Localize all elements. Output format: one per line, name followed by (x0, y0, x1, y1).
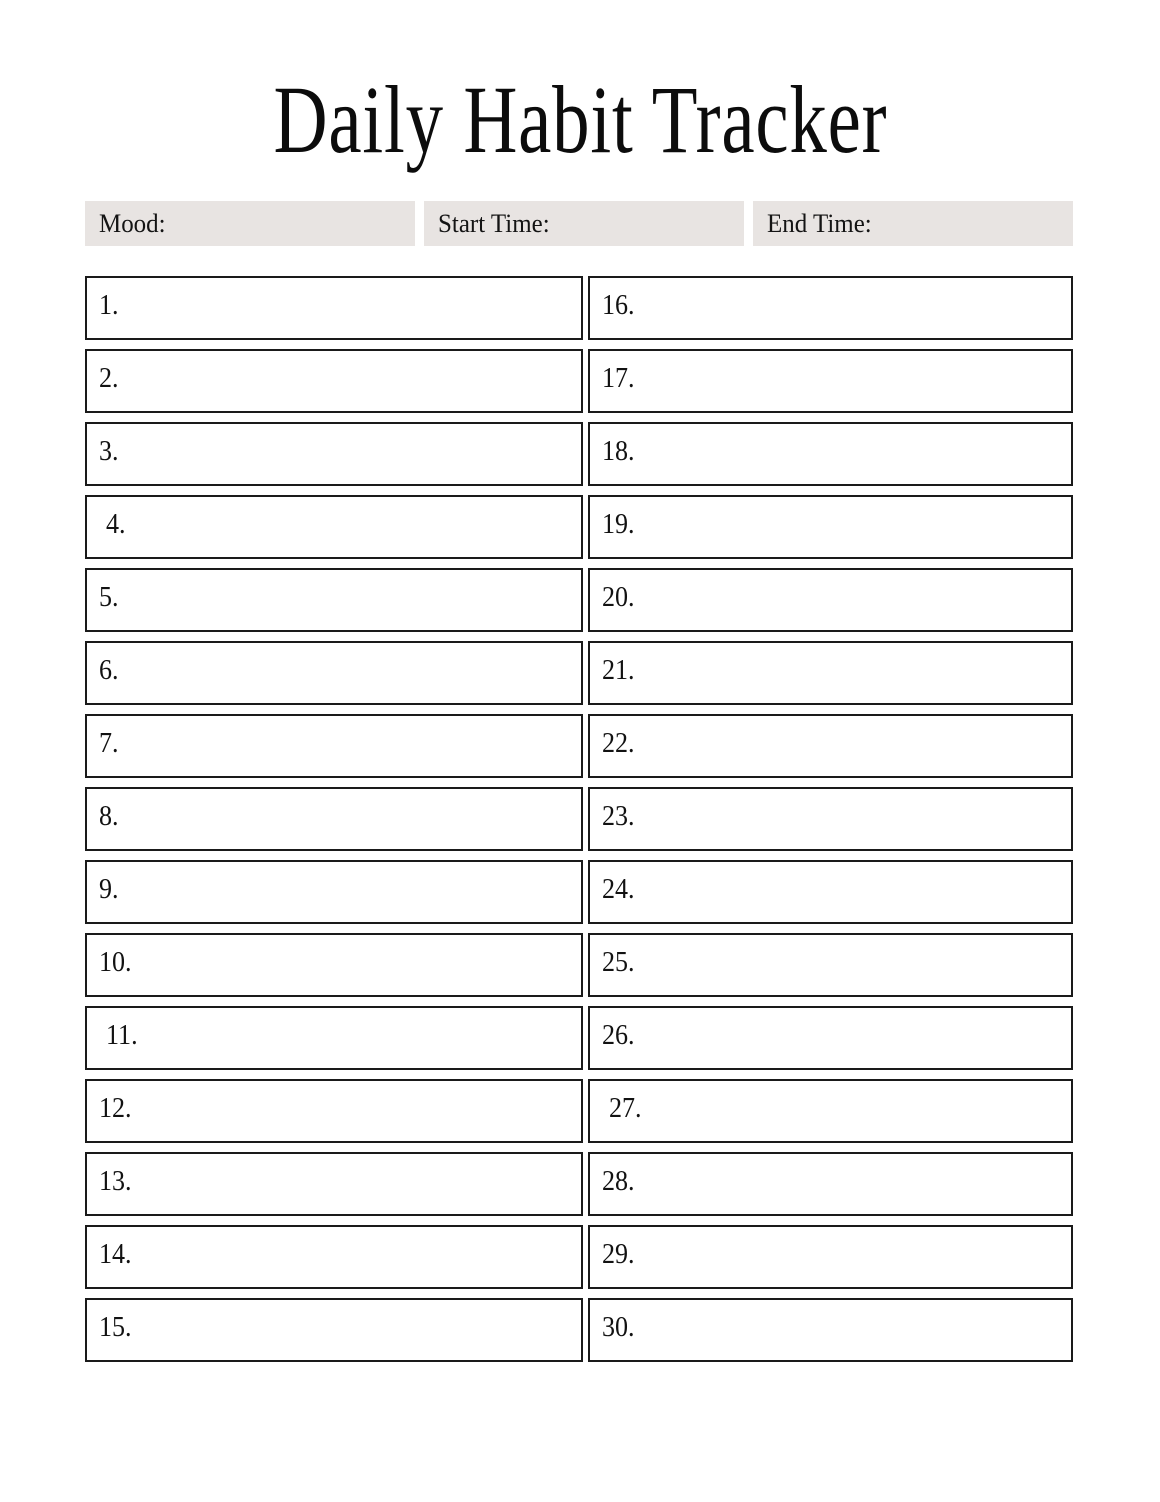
habit-row-number: 18. (602, 436, 635, 467)
habit-row[interactable]: 28. (588, 1152, 1073, 1216)
habit-row[interactable]: 2. (85, 349, 583, 413)
checklist-column-right: 16. 17. 18. 19. 20. 21. 22. 23. 24. 25. 26. 27. 28. 2… (588, 276, 1073, 1362)
habit-row[interactable]: 3. (85, 422, 583, 486)
habit-row-number: 10. (99, 947, 132, 978)
habit-row[interactable]: 23. (588, 787, 1073, 851)
habit-row[interactable]: 29. (588, 1225, 1073, 1289)
habit-row[interactable]: 9. (85, 860, 583, 924)
page-title: Daily Habit Tracker (273, 66, 887, 173)
habit-row[interactable]: 8. (85, 787, 583, 851)
checklist-column-left: 1. 2. 3. 4. 5. 6. 7. 8. 9. 10. 11. 12. 13. 14. 15. (85, 276, 583, 1362)
habit-row-number: 24. (602, 874, 635, 905)
habit-row-number: 28. (602, 1166, 635, 1197)
habit-row-number: 14. (99, 1239, 132, 1270)
habit-row[interactable]: 7. (85, 714, 583, 778)
habit-row[interactable]: 14. (85, 1225, 583, 1289)
habit-row[interactable]: 18. (588, 422, 1073, 486)
habit-row-number: 6. (99, 655, 119, 686)
habit-tracker-page: Daily Habit Tracker Mood: Start Time: En… (0, 0, 1160, 1502)
habit-row[interactable]: 24. (588, 860, 1073, 924)
habit-row-number: 22. (602, 728, 635, 759)
habit-row[interactable]: 1. (85, 276, 583, 340)
habit-row[interactable]: 16. (588, 276, 1073, 340)
habit-row[interactable]: 21. (588, 641, 1073, 705)
end-time-field[interactable]: End Time: (753, 201, 1073, 246)
habit-row[interactable]: 15. (85, 1298, 583, 1362)
habit-row[interactable]: 20. (588, 568, 1073, 632)
habit-row-number: 9. (99, 874, 119, 905)
habit-row-number: 7. (99, 728, 119, 759)
habit-row[interactable]: 27. (588, 1079, 1073, 1143)
mood-field[interactable]: Mood: (85, 201, 415, 246)
habit-row-number: 11. (106, 1020, 138, 1051)
habit-row-number: 26. (602, 1020, 635, 1051)
habit-row-number: 12. (99, 1093, 132, 1124)
habit-row-number: 25. (602, 947, 635, 978)
habit-row-number: 8. (99, 801, 119, 832)
start-time-field[interactable]: Start Time: (424, 201, 744, 246)
habit-row[interactable]: 17. (588, 349, 1073, 413)
habit-row-number: 5. (99, 582, 119, 613)
habit-row-number: 23. (602, 801, 635, 832)
habit-row[interactable]: 5. (85, 568, 583, 632)
page-title-container: Daily Habit Tracker (0, 72, 1160, 168)
header-fields-row: Mood: Start Time: End Time: (85, 201, 1073, 246)
habit-row-number: 27. (609, 1093, 642, 1124)
habit-row[interactable]: 6. (85, 641, 583, 705)
habit-row[interactable]: 26. (588, 1006, 1073, 1070)
habit-row-number: 20. (602, 582, 635, 613)
habit-row-number: 17. (602, 363, 635, 394)
habit-row-number: 13. (99, 1166, 132, 1197)
habit-row-number: 19. (602, 509, 635, 540)
habit-row[interactable]: 25. (588, 933, 1073, 997)
habit-row[interactable]: 19. (588, 495, 1073, 559)
habit-row[interactable]: 11. (85, 1006, 583, 1070)
mood-field-label: Mood: (99, 208, 166, 238)
habit-row-number: 21. (602, 655, 635, 686)
end-time-field-label: End Time: (767, 208, 872, 238)
habit-row-number: 30. (602, 1312, 635, 1343)
habit-row[interactable]: 12. (85, 1079, 583, 1143)
habit-row-number: 29. (602, 1239, 635, 1270)
habit-row-number: 4. (106, 509, 126, 540)
habit-row-number: 2. (99, 363, 119, 394)
start-time-field-label: Start Time: (438, 208, 550, 238)
habit-row[interactable]: 22. (588, 714, 1073, 778)
habit-row-number: 3. (99, 436, 119, 467)
habit-row-number: 16. (602, 290, 635, 321)
habit-row-number: 1. (99, 290, 119, 321)
habit-row[interactable]: 30. (588, 1298, 1073, 1362)
habit-row[interactable]: 4. (85, 495, 583, 559)
habit-row[interactable]: 10. (85, 933, 583, 997)
checklist-grid: 1. 2. 3. 4. 5. 6. 7. 8. 9. 10. 11. 12. 13. 14. 15. 16.… (85, 276, 1073, 1362)
habit-row-number: 15. (99, 1312, 132, 1343)
habit-row[interactable]: 13. (85, 1152, 583, 1216)
